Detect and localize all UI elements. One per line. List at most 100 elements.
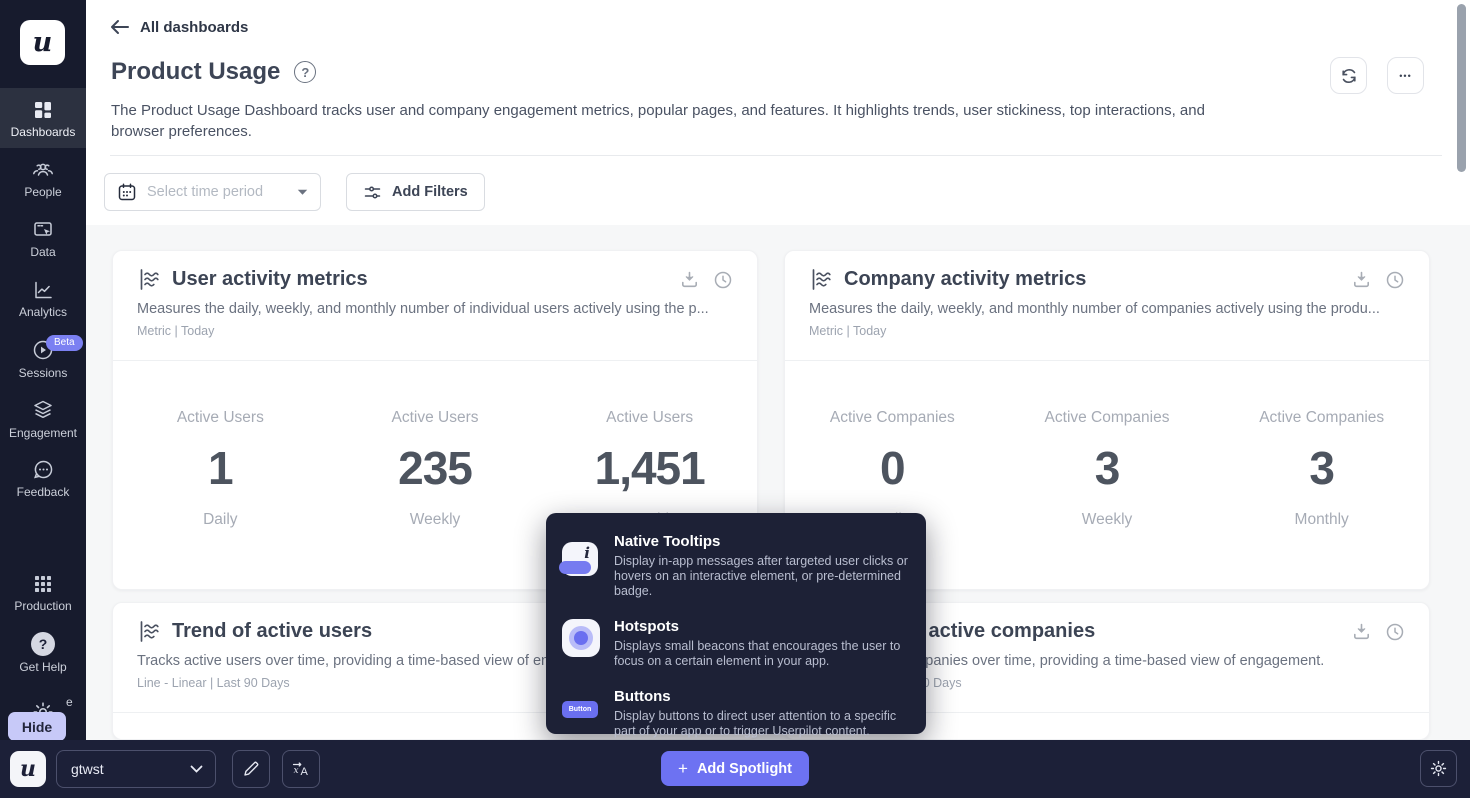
card-header: Company activity metrics Measures the da… [785, 251, 1429, 361]
sidebar-item-data[interactable]: Data [0, 208, 86, 268]
page-title-row: Product Usage ? [111, 58, 316, 86]
sidebar-item-label: Get Help [19, 661, 66, 673]
metric-value: 1,451 [595, 441, 705, 495]
pencil-icon [242, 760, 260, 778]
tooltip-icon: i [562, 542, 598, 576]
clock-icon[interactable] [1385, 622, 1405, 642]
gear-icon [1429, 759, 1448, 778]
metric-label: Active Users [606, 409, 693, 427]
add-filters-button[interactable]: Add Filters [346, 173, 485, 211]
refresh-icon [1340, 67, 1358, 85]
metric-value: 3 [1095, 441, 1120, 495]
download-icon[interactable] [1352, 622, 1371, 642]
download-icon[interactable] [680, 270, 699, 290]
sidebar-item-analytics[interactable]: Analytics [0, 268, 86, 328]
sidebar-item-dashboards[interactable]: Dashboards [0, 88, 86, 148]
spotlight-item-native-tooltips[interactable]: i Native Tooltips Display in-app message… [546, 521, 926, 606]
translate-icon: x A [291, 760, 311, 778]
metric-period: Weekly [1082, 511, 1133, 529]
translate-button[interactable]: x A [282, 750, 320, 788]
metric-value: 235 [398, 441, 472, 495]
metric-label: Active Users [392, 409, 479, 427]
card-title: User activity metrics [172, 268, 670, 291]
environment-select[interactable]: gtwst [56, 750, 216, 788]
sidebar-nav: Dashboards People Data Analytics Beta [0, 88, 86, 508]
metric-daily-companies: Active Companies 0 Daily [785, 409, 1000, 529]
page-description: The Product Usage Dashboard tracks user … [111, 100, 1246, 142]
metric-daily-users: Active Users 1 Daily [113, 409, 328, 529]
sidebar-item-label: e [66, 696, 73, 708]
page-title: Product Usage [111, 58, 280, 86]
spotlight-item-description: Display buttons to direct user attention… [614, 709, 914, 739]
feedback-icon [32, 458, 55, 481]
time-period-placeholder: Select time period [147, 184, 287, 200]
add-spotlight-label: Add Spotlight [697, 761, 792, 777]
userpilot-logo[interactable]: u [20, 20, 65, 65]
spotlight-item-title: Buttons [614, 683, 914, 705]
spotlight-item-title: Native Tooltips [614, 528, 914, 550]
people-icon [31, 159, 55, 181]
spotlight-item-description: Displays small beacons that encourages t… [614, 639, 914, 669]
back-to-all-dashboards[interactable]: All dashboards [110, 18, 248, 36]
time-period-select[interactable]: Select time period [104, 173, 321, 211]
clock-icon[interactable] [1385, 270, 1405, 290]
sidebar-item-get-help[interactable]: ? Get Help [0, 622, 86, 682]
svg-text:A: A [301, 766, 309, 778]
metric-label: Active Companies [830, 409, 955, 427]
edit-button[interactable] [232, 750, 270, 788]
engagement-icon [31, 398, 55, 422]
beta-badge: Beta [46, 335, 83, 351]
card-title: Company activity metrics [844, 268, 1342, 291]
button-icon: Button [562, 701, 598, 718]
sidebar-item-label: Production [14, 600, 71, 612]
userpilot-logo-small[interactable]: u [10, 751, 46, 787]
metric-weekly-users: Active Users 235 Weekly [328, 409, 543, 529]
metric-value: 1 [208, 441, 233, 495]
production-icon [32, 573, 54, 595]
spotlight-item-description: Display in-app messages after targeted u… [614, 554, 914, 599]
sidebar-item-feedback[interactable]: Feedback [0, 448, 86, 508]
help-circle-icon[interactable]: ? [294, 61, 316, 83]
sidebar-item-label: Dashboards [11, 126, 76, 138]
metric-value: 3 [1309, 441, 1334, 495]
sidebar-item-sessions[interactable]: Beta Sessions [0, 328, 86, 388]
vertical-scrollbar[interactable] [1457, 4, 1466, 172]
sidebar-item-engagement[interactable]: Engagement [0, 388, 86, 448]
metric-weekly-companies: Active Companies 3 Weekly [1000, 409, 1215, 529]
analytics-icon [32, 279, 54, 301]
card-description: Measures the daily, weekly, and monthly … [137, 301, 733, 317]
metrics-row: Active Users 1 Daily Active Users 235 We… [113, 361, 757, 529]
metric-monthly-users: Active Users 1,451 Monthly [542, 409, 757, 529]
filter-row: Select time period Add Filters [104, 173, 485, 211]
hide-tooltip[interactable]: Hide [8, 712, 66, 741]
metric-value: 0 [880, 441, 905, 495]
metric-label: Active Users [177, 409, 264, 427]
card-meta: Metric | Today [137, 324, 733, 338]
metric-monthly-companies: Active Companies 3 Monthly [1214, 409, 1429, 529]
add-filters-label: Add Filters [392, 184, 468, 200]
svg-text:x: x [294, 766, 299, 776]
builder-settings-button[interactable] [1420, 750, 1457, 787]
header-actions: ••• [1330, 57, 1424, 94]
download-icon[interactable] [1352, 270, 1371, 290]
hotspot-icon [562, 619, 600, 657]
metric-chart-icon [137, 267, 162, 292]
help-icon: ? [31, 632, 55, 656]
refresh-button[interactable] [1330, 57, 1367, 94]
metric-label: Active Companies [1045, 409, 1170, 427]
sidebar-item-label: People [24, 186, 61, 198]
back-arrow-icon [110, 18, 130, 36]
add-spotlight-button[interactable]: + Add Spotlight [661, 751, 809, 786]
clock-icon[interactable] [713, 270, 733, 290]
sidebar-item-production[interactable]: Production [0, 562, 86, 622]
spotlight-item-buttons[interactable]: Button Buttons Display buttons to direct… [546, 676, 926, 746]
sidebar-item-label: Analytics [19, 306, 67, 318]
spotlight-item-hotspots[interactable]: Hotspots Displays small beacons that enc… [546, 606, 926, 676]
more-options-button[interactable]: ••• [1387, 57, 1424, 94]
metric-chart-icon [809, 267, 834, 292]
dashboards-icon [32, 99, 54, 121]
sidebar-item-people[interactable]: People [0, 148, 86, 208]
metric-period: Weekly [410, 511, 461, 529]
metric-period: Daily [203, 511, 237, 529]
metric-label: Active Companies [1259, 409, 1384, 427]
